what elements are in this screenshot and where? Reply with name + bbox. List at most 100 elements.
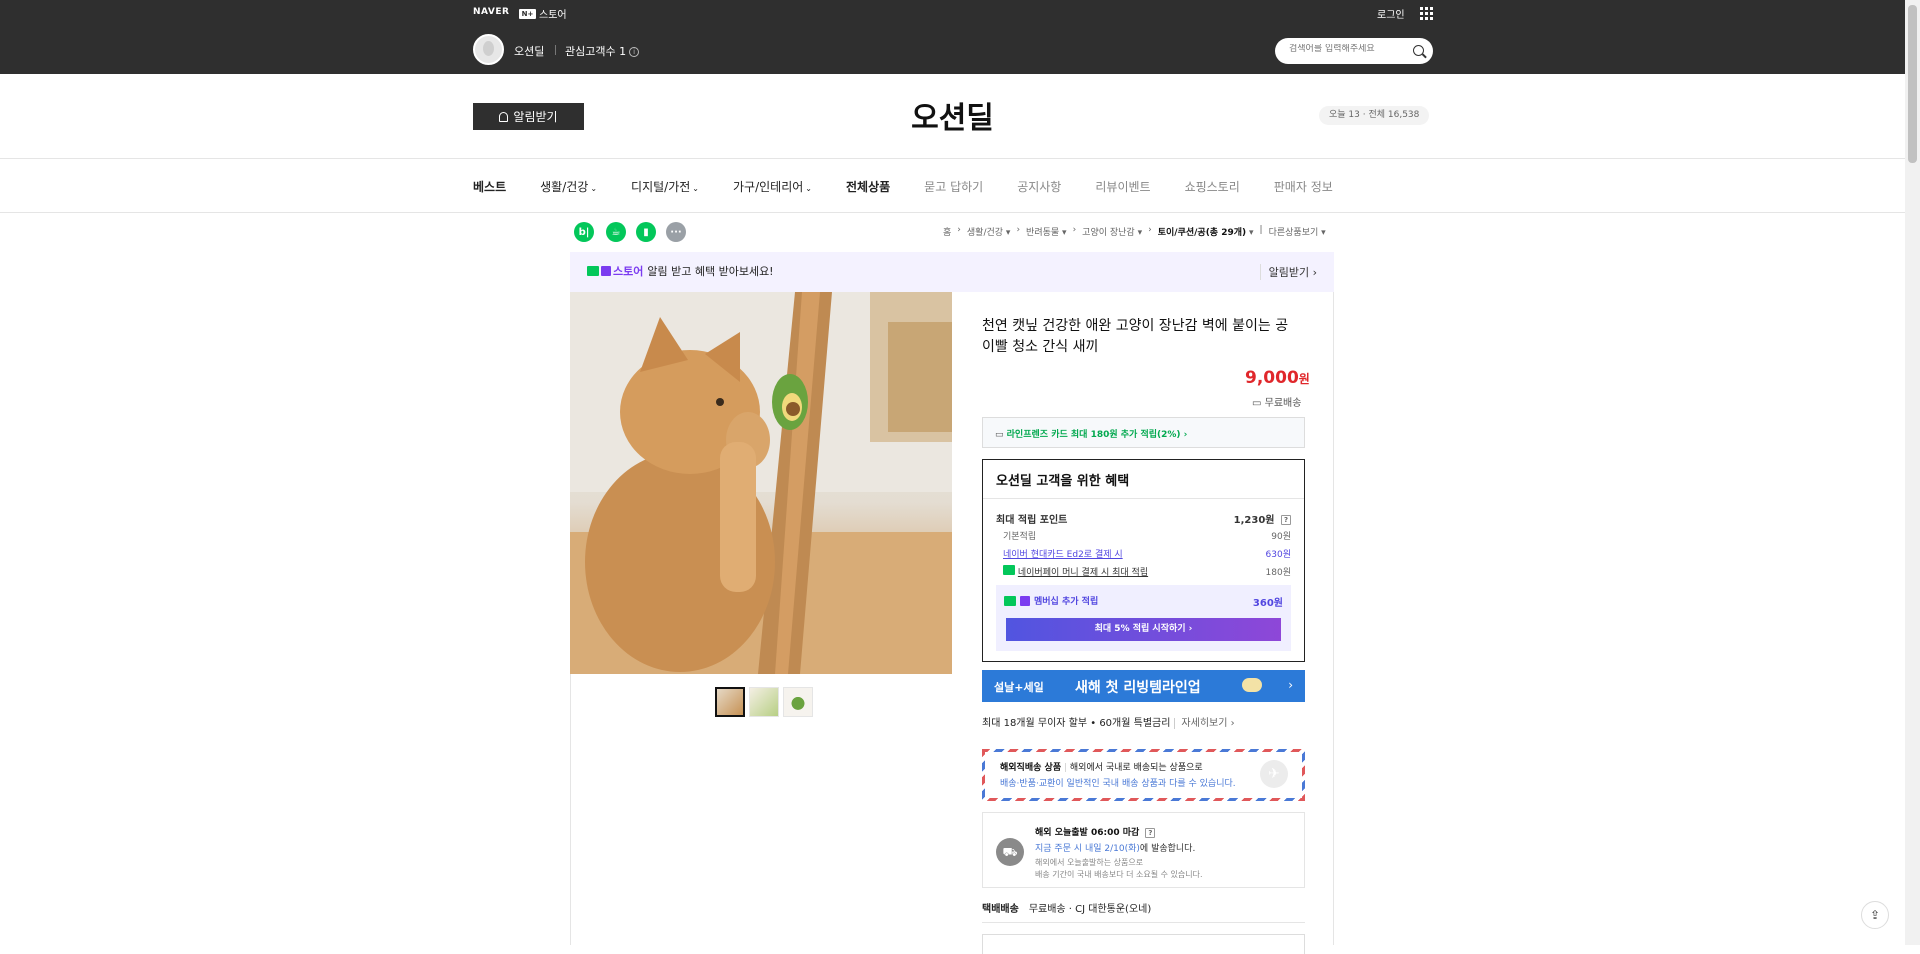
cafe-share-button[interactable]: ☕ (606, 222, 626, 242)
n-plus-badge: N+ (519, 8, 536, 19)
nav-furniture[interactable]: 가구/인테리어 ⌄ (733, 178, 812, 195)
naverpay-value: 180원 (1265, 568, 1291, 578)
naver-store-logo: 스토어 (587, 263, 643, 279)
breadcrumb-label: 토이/쿠션/공(총 29개) (1157, 228, 1247, 238)
fav-count: 관심고객수 1i (565, 43, 640, 59)
delivery-info: ⛟ 해외 오늘출발 06:00 마감 ? 지금 주문 시 내일 2/10(화)에… (982, 812, 1305, 888)
search-input[interactable] (1289, 44, 1407, 54)
naverpay-link[interactable]: 네이버페이 머니 결제 시 최대 적립 (1018, 568, 1148, 578)
delivery-title-label: 해외 오늘출발 06:00 마감 (1035, 828, 1140, 838)
apps-grid-icon[interactable] (1420, 7, 1433, 20)
card-promo[interactable]: ▭ 라인프렌즈 카드 최대 180원 추가 적립(2%) › (982, 417, 1305, 448)
truck-icon: ⛟ (996, 838, 1024, 866)
overseas-inner: 해외직배송 상품 | 해외에서 국내로 배송되는 상품으로 배송·반품·교환이 … (985, 752, 1302, 798)
courier-value: 무료배송 · CJ 대한통운(오네) (1028, 904, 1152, 915)
delivery-eta-date: 지금 주문 시 내일 2/10(화) (1035, 844, 1140, 854)
blog-share-button[interactable]: b| (574, 222, 594, 242)
nav-digital[interactable]: 디지털/가전 ⌄ (631, 178, 699, 195)
store-title[interactable]: 오션딜 (0, 93, 1905, 137)
info-icon[interactable]: i (629, 47, 640, 57)
delivery-note: 해외에서 오늘출발하는 상품으로 배송 기간이 국내 배송보다 더 소요될 수 있… (1035, 857, 1203, 881)
nav-notice[interactable]: 공지사항 (1017, 178, 1061, 195)
share-fab-icon[interactable]: ⇪ (1861, 901, 1889, 929)
store-name[interactable]: 오션딜 (514, 43, 544, 59)
breadcrumb-item[interactable]: 반려동물 ▾ (1026, 225, 1067, 238)
more-icon[interactable]: ··· (666, 222, 686, 242)
chevron-down-icon: ⌄ (692, 184, 699, 193)
basic-points-label: 기본적립 (1003, 532, 1037, 542)
breadcrumb-home[interactable]: 홈 (943, 225, 951, 238)
thumbnail[interactable] (783, 687, 813, 717)
help-icon[interactable]: ? (1281, 515, 1291, 525)
delivery-note-line: 해외에서 오늘출발하는 상품으로 (1035, 858, 1144, 867)
max-points-row: 최대 적립 포인트 1,230원 ? (996, 511, 1291, 526)
breadcrumb-item[interactable]: 고양이 장난감 ▾ (1082, 225, 1142, 238)
breadcrumb-label: 다른상품보기 (1268, 228, 1319, 238)
nav-review-event[interactable]: 리뷰이벤트 (1095, 178, 1150, 195)
breadcrumb-item[interactable]: 생활/건강 ▾ (967, 225, 1011, 238)
installment-more-link[interactable]: 자세히보기 › (1174, 718, 1235, 729)
naver-logo[interactable]: NAVER (473, 7, 509, 17)
nav-seller-info[interactable]: 판매자 정보 (1274, 178, 1333, 195)
nav-qna[interactable]: 묻고 답하기 (924, 178, 983, 195)
overseas-line1: 해외직배송 상품 | 해외에서 국내로 배송되는 상품으로 (1000, 760, 1203, 773)
truck-icon: ▭ (1252, 398, 1262, 409)
separator: › (1016, 225, 1021, 235)
breadcrumb-label: 생활/건강 (966, 228, 1004, 238)
separator: › (1072, 225, 1077, 235)
promo-alarm-link[interactable]: 알림받기 › (1259, 264, 1317, 280)
naverpay-icon (1003, 565, 1015, 575)
help-icon[interactable]: ? (1145, 827, 1156, 838)
sale-banner[interactable]: 설날+세일 새해 첫 리빙템라인업 › (982, 670, 1305, 702)
separator: | (1259, 225, 1263, 235)
scrollbar[interactable] (1905, 0, 1920, 945)
store-avatar[interactable] (473, 34, 504, 65)
alarm-promo-banner: 스토어 알림 받고 혜택 받아보세요! 알림받기 › (570, 252, 1334, 292)
breadcrumb-other-products[interactable]: 다른상품보기 ▾ (1269, 225, 1326, 238)
nav-label: 디지털/가전 (631, 180, 691, 194)
price-value: 9,000 (1245, 368, 1299, 388)
overseas-note: 배송·반품·교환이 일반적인 국내 배송 상품과 다를 수 있습니다. (1000, 779, 1236, 789)
divider (0, 158, 1905, 159)
divider (982, 922, 1305, 923)
card-icon: ▭ (995, 430, 1004, 440)
hyundai-card-row: 네이버 현대카드 Ed2로 결제 시 630원 (1003, 547, 1291, 560)
category-nav: 베스트 생활/건강 ⌄ 디지털/가전 ⌄ 가구/인테리어 ⌄ 전체상품 묻고 답하기 … (473, 178, 1367, 195)
nav-living[interactable]: 생활/건강 ⌄ (540, 178, 597, 195)
overseas-shipping-notice: 해외직배송 상품 | 해외에서 국내로 배송되는 상품으로 배송·반품·교환이 … (982, 749, 1305, 801)
naver-store-logo[interactable]: N+ 스토어 (519, 6, 567, 21)
naverpay-link-wrap: 네이버페이 머니 결제 시 최대 적립 (1003, 565, 1148, 578)
membership-start-button[interactable]: 최대 5% 적립 시작하기 › (1006, 618, 1281, 641)
thumbnail-strip (715, 687, 813, 717)
delivery-eta: 지금 주문 시 내일 2/10(화)에 발송합니다. (1035, 841, 1195, 854)
divider: | (1063, 763, 1068, 773)
delivery-eta-suffix: 에 발송합니다. (1139, 844, 1196, 854)
fav-count-label: 관심고객수 1 (565, 45, 627, 58)
nav-all-products[interactable]: 전체상품 (846, 178, 890, 195)
delivery-title: 해외 오늘출발 06:00 마감 ? (1035, 825, 1156, 838)
naverpay-row: 네이버페이 머니 결제 시 최대 적립 180원 (1003, 565, 1291, 578)
separator: › (957, 225, 961, 235)
product-main-image[interactable] (570, 292, 952, 674)
nav-label: 가구/인테리어 (733, 180, 804, 194)
hyundai-card-link[interactable]: 네이버 현대카드 Ed2로 결제 시 (1003, 547, 1123, 560)
breadcrumb-current[interactable]: 토이/쿠션/공(총 29개) ▾ (1158, 225, 1254, 238)
login-link[interactable]: 로그인 (1377, 6, 1405, 21)
cat-photo (570, 292, 952, 674)
search-icon[interactable] (1413, 45, 1424, 56)
nav-best[interactable]: 베스트 (473, 178, 506, 195)
bookmark-icon[interactable]: ▮ (636, 222, 656, 242)
thumbnail[interactable] (749, 687, 779, 717)
scrollbar-thumb[interactable] (1908, 5, 1917, 163)
breadcrumb-label: 반려동물 (1026, 228, 1060, 238)
membership-text: 멤버십 추가 적립 (1034, 597, 1099, 607)
n-plus-badge (587, 266, 599, 276)
option-select[interactable] (982, 934, 1305, 954)
sale-banner-title: 새해 첫 리빙템라인업 (1075, 680, 1201, 696)
hyundai-card-value: 630원 (1265, 550, 1291, 560)
visit-counter: 오늘 13 · 전체 16,538 (1319, 106, 1430, 125)
value: 1,230원 (1233, 515, 1275, 526)
thumbnail[interactable] (715, 687, 745, 717)
nav-shopping-story[interactable]: 쇼핑스토리 (1185, 178, 1240, 195)
store-logo-label: 스토어 (539, 10, 567, 21)
